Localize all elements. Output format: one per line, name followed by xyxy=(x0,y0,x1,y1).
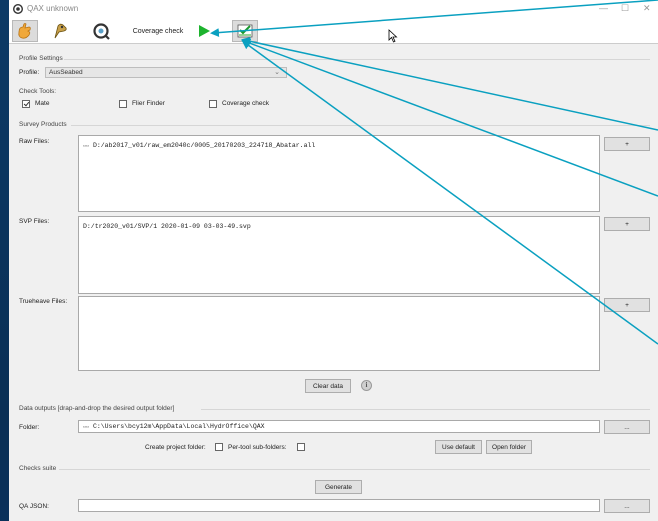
checks-suite-header: Checks suite xyxy=(19,465,57,472)
trueheave-files-label: Trueheave Files: xyxy=(19,298,68,305)
generate-button[interactable]: Generate xyxy=(315,480,362,494)
divider xyxy=(71,125,650,126)
close-button[interactable]: ✕ xyxy=(643,3,651,14)
qax-app-icon xyxy=(13,4,23,14)
folder-icon: ▭▭ xyxy=(83,424,90,430)
mate-checkbox[interactable] xyxy=(22,100,30,108)
tab-hand-tool[interactable] xyxy=(12,20,38,42)
tab-qc-tool[interactable] xyxy=(89,20,115,42)
minimize-button[interactable]: — xyxy=(599,3,608,13)
hand-icon xyxy=(18,23,31,39)
check-tools-header: Check Tools: xyxy=(19,88,57,95)
divider xyxy=(64,59,650,60)
profile-label: Profile: xyxy=(19,69,40,76)
flier-finder-label: Flier Finder xyxy=(132,100,165,107)
data-outputs-header: Data outputs [drap-and-drop the desired … xyxy=(19,405,175,412)
chevron-down-icon: ⌄ xyxy=(274,69,280,76)
validate-button[interactable] xyxy=(232,20,258,42)
toolbar: Coverage check xyxy=(9,18,658,44)
add-trueheave-files-button[interactable]: + xyxy=(604,298,650,312)
qa-json-label: QA JSON: xyxy=(19,503,49,510)
file-icon: ▭▭ xyxy=(83,143,90,149)
profile-settings-header: Profile Settings xyxy=(19,55,63,62)
play-icon xyxy=(199,25,210,37)
list-item[interactable]: ▭▭ D:/ab2017_v01/raw_em2040c/0005_201702… xyxy=(79,136,599,155)
clear-data-button[interactable]: Clear data xyxy=(305,379,351,393)
divider xyxy=(201,409,650,410)
folder-label: Folder: xyxy=(19,424,40,431)
window-title: QAX unknown xyxy=(27,4,79,13)
main-window: QAX unknown — ☐ ✕ Coverage check Profile… xyxy=(9,0,658,521)
output-folder-field[interactable]: ▭▭ C:\Users\bcy12m\AppData\Local\HydrOff… xyxy=(78,420,600,433)
info-icon[interactable]: i xyxy=(361,380,372,391)
title-bar: QAX unknown — ☐ ✕ xyxy=(9,0,658,18)
survey-products-header: Survey Products xyxy=(19,121,67,128)
create-project-folder-label: Create project folder: xyxy=(145,444,206,451)
raw-files-label: Raw Files: xyxy=(19,138,50,145)
open-folder-button[interactable]: Open folder xyxy=(486,440,532,454)
add-svp-files-button[interactable]: + xyxy=(604,217,650,231)
run-button[interactable] xyxy=(195,20,213,42)
browse-folder-button[interactable]: ... xyxy=(604,420,650,434)
per-tool-subfolders-checkbox[interactable] xyxy=(297,443,305,451)
checklist-icon xyxy=(237,24,253,38)
mate-label: Mate xyxy=(35,100,50,107)
coverage-check-label: Coverage check xyxy=(222,100,269,107)
qa-json-field[interactable] xyxy=(78,499,600,512)
per-tool-subfolders-label: Per-tool sub-folders: xyxy=(228,444,287,451)
profile-select[interactable]: AusSeabed ⌄ xyxy=(45,67,287,78)
coverage-check-checkbox[interactable] xyxy=(209,100,217,108)
tab-ruler-tool[interactable] xyxy=(47,20,73,42)
divider xyxy=(59,469,650,470)
raw-files-list[interactable]: ▭▭ D:/ab2017_v01/raw_em2040c/0005_201702… xyxy=(78,135,600,212)
trueheave-files-list[interactable] xyxy=(78,296,600,371)
browse-qa-json-button[interactable]: ... xyxy=(604,499,650,513)
use-default-button[interactable]: Use default xyxy=(435,440,482,454)
ruler-icon xyxy=(54,23,67,39)
maximize-button[interactable]: ☐ xyxy=(621,3,629,14)
flier-finder-checkbox[interactable] xyxy=(119,100,127,108)
add-raw-files-button[interactable]: + xyxy=(604,137,650,151)
create-project-folder-checkbox[interactable] xyxy=(215,443,223,451)
svp-files-list[interactable]: D:/tr2020_v01/SVP/1 2020-01-09 03-03-49.… xyxy=(78,216,600,294)
svp-files-label: SVP Files: xyxy=(19,218,50,225)
qc-check-icon xyxy=(93,23,110,40)
list-item[interactable]: D:/tr2020_v01/SVP/1 2020-01-09 03-03-49.… xyxy=(79,217,599,236)
tab-coverage-check[interactable]: Coverage check xyxy=(123,20,193,42)
mouse-cursor-icon xyxy=(388,29,398,43)
